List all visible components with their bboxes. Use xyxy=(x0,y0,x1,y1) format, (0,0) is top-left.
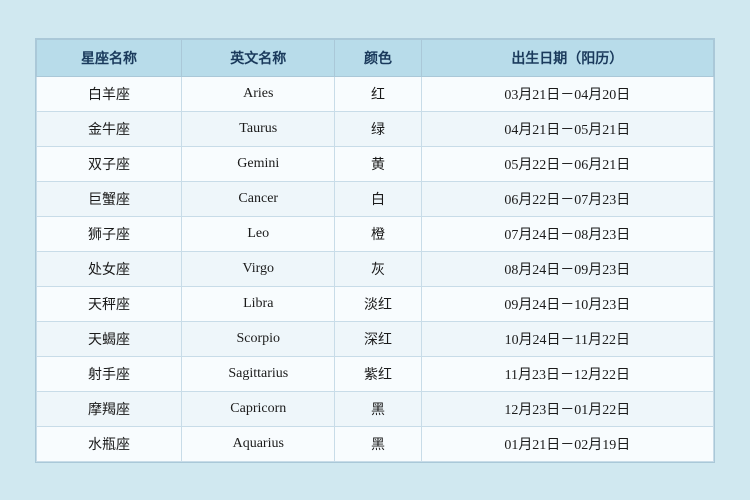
cell-dates: 04月21日－05月21日 xyxy=(421,111,713,146)
table-row: 巨蟹座Cancer白06月22日－07月23日 xyxy=(37,181,714,216)
cell-chinese-name: 金牛座 xyxy=(37,111,182,146)
cell-english-name: Leo xyxy=(182,216,335,251)
cell-color: 橙 xyxy=(335,216,421,251)
cell-color: 淡红 xyxy=(335,286,421,321)
table-row: 狮子座Leo橙07月24日－08月23日 xyxy=(37,216,714,251)
cell-dates: 09月24日－10月23日 xyxy=(421,286,713,321)
table-row: 水瓶座Aquarius黑01月21日－02月19日 xyxy=(37,426,714,461)
cell-chinese-name: 水瓶座 xyxy=(37,426,182,461)
cell-chinese-name: 天秤座 xyxy=(37,286,182,321)
cell-chinese-name: 天蝎座 xyxy=(37,321,182,356)
cell-chinese-name: 巨蟹座 xyxy=(37,181,182,216)
cell-english-name: Aquarius xyxy=(182,426,335,461)
cell-dates: 03月21日－04月20日 xyxy=(421,76,713,111)
cell-english-name: Libra xyxy=(182,286,335,321)
table-row: 白羊座Aries红03月21日－04月20日 xyxy=(37,76,714,111)
cell-chinese-name: 狮子座 xyxy=(37,216,182,251)
cell-chinese-name: 处女座 xyxy=(37,251,182,286)
cell-english-name: Cancer xyxy=(182,181,335,216)
cell-color: 绿 xyxy=(335,111,421,146)
table-header-row: 星座名称 英文名称 颜色 出生日期（阳历） xyxy=(37,39,714,76)
table-row: 金牛座Taurus绿04月21日－05月21日 xyxy=(37,111,714,146)
cell-color: 红 xyxy=(335,76,421,111)
cell-chinese-name: 双子座 xyxy=(37,146,182,181)
cell-color: 灰 xyxy=(335,251,421,286)
cell-chinese-name: 摩羯座 xyxy=(37,391,182,426)
header-english-name: 英文名称 xyxy=(182,39,335,76)
cell-english-name: Virgo xyxy=(182,251,335,286)
cell-dates: 01月21日－02月19日 xyxy=(421,426,713,461)
cell-english-name: Taurus xyxy=(182,111,335,146)
table-row: 处女座Virgo灰08月24日－09月23日 xyxy=(37,251,714,286)
cell-dates: 10月24日－11月22日 xyxy=(421,321,713,356)
table-row: 天秤座Libra淡红09月24日－10月23日 xyxy=(37,286,714,321)
zodiac-table: 星座名称 英文名称 颜色 出生日期（阳历） 白羊座Aries红03月21日－04… xyxy=(36,39,714,462)
cell-english-name: Gemini xyxy=(182,146,335,181)
table-row: 双子座Gemini黄05月22日－06月21日 xyxy=(37,146,714,181)
cell-color: 白 xyxy=(335,181,421,216)
cell-english-name: Sagittarius xyxy=(182,356,335,391)
cell-dates: 11月23日－12月22日 xyxy=(421,356,713,391)
zodiac-table-container: 星座名称 英文名称 颜色 出生日期（阳历） 白羊座Aries红03月21日－04… xyxy=(35,38,715,463)
table-body: 白羊座Aries红03月21日－04月20日金牛座Taurus绿04月21日－0… xyxy=(37,76,714,461)
cell-english-name: Aries xyxy=(182,76,335,111)
cell-color: 黑 xyxy=(335,426,421,461)
table-row: 射手座Sagittarius紫红11月23日－12月22日 xyxy=(37,356,714,391)
header-dates: 出生日期（阳历） xyxy=(421,39,713,76)
table-row: 天蝎座Scorpio深红10月24日－11月22日 xyxy=(37,321,714,356)
cell-color: 黄 xyxy=(335,146,421,181)
cell-dates: 08月24日－09月23日 xyxy=(421,251,713,286)
cell-dates: 12月23日－01月22日 xyxy=(421,391,713,426)
cell-english-name: Scorpio xyxy=(182,321,335,356)
cell-english-name: Capricorn xyxy=(182,391,335,426)
cell-color: 紫红 xyxy=(335,356,421,391)
header-chinese-name: 星座名称 xyxy=(37,39,182,76)
cell-chinese-name: 白羊座 xyxy=(37,76,182,111)
cell-color: 深红 xyxy=(335,321,421,356)
cell-dates: 07月24日－08月23日 xyxy=(421,216,713,251)
cell-dates: 06月22日－07月23日 xyxy=(421,181,713,216)
header-color: 颜色 xyxy=(335,39,421,76)
cell-color: 黑 xyxy=(335,391,421,426)
table-row: 摩羯座Capricorn黑12月23日－01月22日 xyxy=(37,391,714,426)
cell-chinese-name: 射手座 xyxy=(37,356,182,391)
cell-dates: 05月22日－06月21日 xyxy=(421,146,713,181)
